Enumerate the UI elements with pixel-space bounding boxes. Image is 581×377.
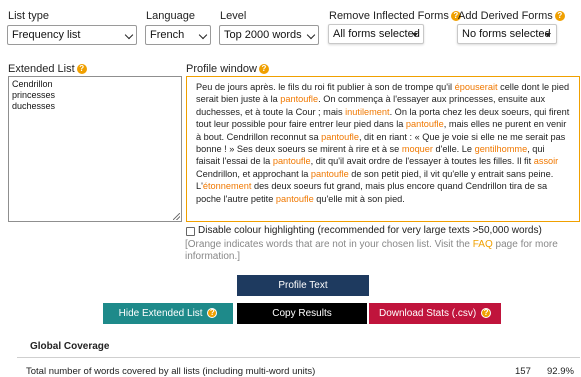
language-select[interactable]: French [145,25,211,45]
highlighted-word: épouserait [454,82,498,92]
coverage-count: 157 [515,366,531,377]
extended-list-item: duchesses [12,101,56,111]
help-icon: ? [207,308,218,318]
profile-window-label: Profile window? [186,63,269,75]
profile-window: Peu de jours après. le fils du roi fit p… [186,76,580,222]
extended-list-item: Cendrillon [12,79,53,89]
chevron-down-icon [124,30,134,40]
extended-list-items: Cendrillon princesses duchesses [12,79,178,112]
remove-inflected-value: All forms selected [333,28,420,40]
remove-inflected-select[interactable]: All forms selected [328,24,424,44]
text-segment: qu'elle mit à son pied. [313,193,405,204]
extended-list-textarea[interactable]: Cendrillon princesses duchesses [8,76,182,222]
global-coverage-title: Global Coverage [30,341,110,352]
highlight-note: [Orange indicates words that are not in … [185,239,580,263]
caret-down-icon [412,33,418,37]
list-type-value: Frequency list [12,29,81,41]
text-segment: Peu de jours après. le fils du roi fit p… [196,82,455,92]
download-stats-label: Download Stats (.csv) [378,308,477,319]
profile-text: Peu de jours après. le fils du roi fit p… [196,81,571,205]
extended-list-label: Extended List? [8,63,87,75]
highlighted-word: étonnement [202,181,252,192]
help-icon[interactable]: ? [554,11,565,21]
help-icon: ? [481,308,492,318]
highlighted-word: pantoufle [272,156,311,167]
faq-link[interactable]: FAQ [473,239,493,250]
add-derived-value: No forms selected [462,28,551,40]
text-segment: Cendrillon, et approchant la [196,168,311,179]
remove-inflected-label: Remove Inflected Forms? [329,10,461,22]
disable-highlighting-checkbox[interactable] [186,227,195,236]
level-value: Top 2000 words [224,29,302,41]
download-stats-button[interactable]: Download Stats (.csv) ? [369,303,501,324]
language-value: French [150,29,185,41]
coverage-percent: 92.9% [547,366,574,377]
highlighted-word: gentilhomme [474,144,528,155]
highlighted-word: assoir [533,156,559,167]
hide-extended-list-label: Hide Extended List [118,308,203,319]
chevron-down-icon [306,30,316,40]
list-type-select[interactable]: Frequency list [7,25,137,45]
hide-extended-list-button[interactable]: Hide Extended List ? [103,303,233,324]
list-type-label: List type [8,10,49,22]
level-select[interactable]: Top 2000 words [219,25,319,45]
highlighted-word: pantoufle [280,94,319,105]
help-icon[interactable]: ? [258,64,269,74]
help-icon[interactable]: ? [76,64,87,74]
highlighted-word: pantoufle [310,168,349,179]
profile-text-button[interactable]: Profile Text [237,275,369,296]
add-derived-select[interactable]: No forms selected [457,24,557,44]
extended-list-item: princesses [12,90,56,100]
add-derived-label: Add Derived Forms? [458,10,565,22]
level-label: Level [220,10,247,22]
highlighted-word: pantoufle [275,193,314,204]
disable-highlighting-label: Disable colour highlighting (recommended… [198,225,542,236]
highlighted-word: pantoufle [405,119,444,130]
text-segment: d'elle. Le [432,144,475,155]
text-segment: , dit qu'il avait ordre de l'essayer à t… [310,156,534,167]
chevron-down-icon [198,30,208,40]
copy-results-button[interactable]: Copy Results [237,303,367,324]
note-text: [Orange indicates words that are not in … [185,239,473,250]
caret-down-icon [545,33,551,37]
highlighted-word: pantoufle [321,131,359,142]
highlighted-word: inutilement [345,106,390,117]
language-label: Language [146,10,195,22]
resize-grip-icon[interactable] [173,213,180,220]
coverage-row-label: Total number of words covered by all lis… [26,366,316,377]
highlighted-word: moquer [401,144,433,155]
divider [17,357,580,358]
